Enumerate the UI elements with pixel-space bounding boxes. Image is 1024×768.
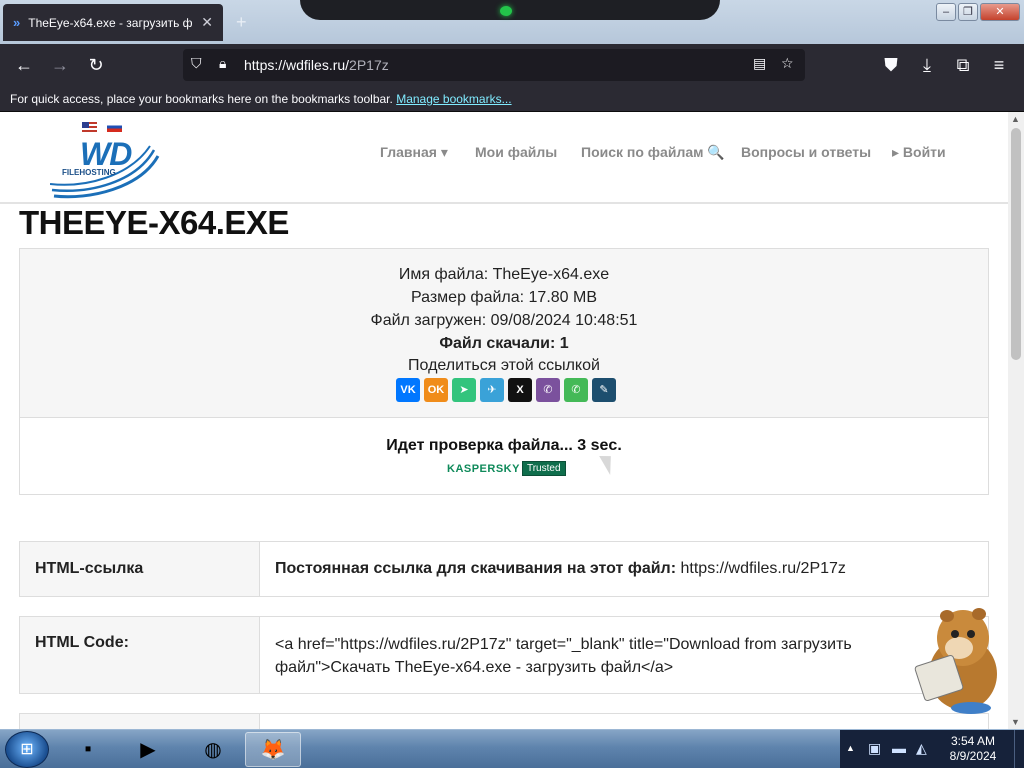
firefox-icon[interactable]: 🦊 <box>245 732 301 767</box>
bookmarks-toolbar: For quick access, place your bookmarks h… <box>0 86 1024 112</box>
site-logo[interactable]: WD FILEHOSTING <box>49 134 162 200</box>
file-check-status: Идет проверка файла... 3 sec. <box>386 437 622 454</box>
scroll-thumb[interactable] <box>1011 128 1021 360</box>
show-desktop-button[interactable] <box>1014 730 1024 768</box>
chevron-double-right-icon: » <box>13 15 21 30</box>
forward-icon[interactable]: → <box>48 53 72 77</box>
file-uploaded-line: Файл загружен: 09/08/2024 10:48:51 <box>370 312 638 329</box>
taskbar: ⊞ ▪ ▶ ◍ 🦊 ▲ ▣ ▬ ◭ 3:54 AM 8/9/2024 <box>0 729 1024 768</box>
english-flag-icon[interactable] <box>82 122 97 132</box>
viber-icon[interactable]: ✆ <box>536 378 560 402</box>
scroll-up-icon[interactable]: ▲ <box>1011 114 1020 124</box>
hamster-mascot-icon <box>914 608 997 714</box>
kaspersky-logo: KASPERSKY <box>447 462 520 475</box>
display-icon[interactable]: ▬ <box>892 740 906 756</box>
terminal-icon[interactable]: ▪ <box>60 732 116 767</box>
share-buttons: VK OK ➤ ✈ X ✆ ✆ ✎ <box>396 378 616 402</box>
shield-icon[interactable]: ⛉ <box>191 55 202 72</box>
html-code-row: HTML Code: <a href="https://wdfiles.ru/2… <box>19 616 989 694</box>
window-close-button[interactable]: ✕ <box>980 3 1020 21</box>
back-icon[interactable]: ← <box>12 53 36 77</box>
site-header: WD FILEHOSTING Главная ▾ Мои файлы Поиск… <box>0 112 1008 204</box>
browser-tab[interactable]: » TheEye-x64.exe - загрузить фай ✕ <box>3 4 223 41</box>
globe-icon[interactable]: ◍ <box>185 732 241 767</box>
html-link-value[interactable]: Постоянная ссылка для скачивания на этот… <box>260 542 988 596</box>
minimize-button[interactable]: – <box>936 3 956 21</box>
page-title: THEEYE-X64.EXE <box>19 204 289 241</box>
camera-notch <box>300 0 720 20</box>
livejournal-icon[interactable]: ✎ <box>592 378 616 402</box>
bookmark-star-icon[interactable]: ☆ <box>781 55 794 72</box>
close-tab-icon[interactable]: ✕ <box>201 14 213 31</box>
url-text[interactable]: https://wdfiles.ru/2P17z <box>244 57 389 73</box>
file-size-line: Размер файла: 17.80 MB <box>410 289 598 306</box>
html-link-label: HTML-ссылка <box>20 542 260 596</box>
odnoklassniki-icon[interactable]: OK <box>424 378 448 402</box>
kaspersky-badge: KASPERSKY Trusted <box>447 461 566 476</box>
navigation-toolbar: ← → ↻ ⛉ 🔒︎ https://wdfiles.ru/2P17z ▤ ☆ … <box>0 44 1024 86</box>
scroll-down-icon[interactable]: ▼ <box>1011 717 1020 727</box>
media-player-icon[interactable]: ▶ <box>120 732 176 767</box>
telegram-icon[interactable]: ✈ <box>480 378 504 402</box>
network-icon[interactable]: ▣ <box>868 740 881 757</box>
download-icon[interactable]: ⤓ <box>915 53 939 77</box>
next-row-label <box>20 714 260 729</box>
restore-button[interactable]: ❐ <box>958 3 978 21</box>
bookmarks-hint: For quick access, place your bookmarks h… <box>10 92 393 106</box>
html-link-prefix: Постоянная ссылка для скачивания на этот… <box>275 560 677 577</box>
menu-my-files[interactable]: Мои файлы <box>475 144 557 160</box>
html-link-url[interactable]: https://wdfiles.ru/2P17z <box>681 560 846 577</box>
start-button[interactable]: ⊞ <box>5 731 49 768</box>
reload-icon[interactable]: ↻ <box>84 53 108 77</box>
vk-icon[interactable]: VK <box>396 378 420 402</box>
file-check-panel: Идет проверка файла... 3 sec. KASPERSKY … <box>19 417 989 495</box>
clock-date: 8/9/2024 <box>949 749 997 763</box>
menu-faq[interactable]: Вопросы и ответы <box>741 144 871 160</box>
russian-flag-icon[interactable] <box>107 122 122 132</box>
extensions-icon[interactable]: ⧉ <box>951 53 975 77</box>
menu-login[interactable]: ▸ Войти <box>892 144 946 161</box>
clock-time: 3:54 AM <box>950 734 996 748</box>
html-code-value[interactable]: <a href="https://wdfiles.ru/2P17z" targe… <box>260 617 988 693</box>
menu-search-files[interactable]: Поиск по файлам 🔍 <box>581 144 725 161</box>
file-info-panel: Имя файла: TheEye-x64.exe Размер файла: … <box>19 248 989 418</box>
pocket-icon[interactable]: ⛊ <box>879 53 903 77</box>
x-icon[interactable]: X <box>508 378 532 402</box>
lock-icon[interactable]: 🔒︎ <box>219 55 226 72</box>
file-name-line: Имя файла: TheEye-x64.exe <box>398 266 610 283</box>
whatsapp-icon[interactable]: ✆ <box>564 378 588 402</box>
menu-icon[interactable]: ≡ <box>987 53 1011 77</box>
title-bar: » TheEye-x64.exe - загрузить фай ✕ + – ❐… <box>0 0 1024 44</box>
tab-title: TheEye-x64.exe - загрузить фай <box>28 15 194 30</box>
trusted-badge: Trusted <box>521 461 566 476</box>
new-tab-icon[interactable]: + <box>236 12 247 33</box>
file-downloads-line: Файл скачали: 1 <box>439 335 569 352</box>
web-page: WD FILEHOSTING Главная ▾ Мои файлы Поиск… <box>0 112 1008 729</box>
reader-view-icon[interactable]: ▤ <box>753 55 766 72</box>
system-tray: ▲ ▣ ▬ ◭ 3:54 AM 8/9/2024 <box>840 730 1024 768</box>
share-label: Поделиться этой ссылкой <box>408 357 600 374</box>
tray-expand-icon[interactable]: ▲ <box>846 743 855 753</box>
send-icon[interactable]: ➤ <box>452 378 476 402</box>
html-link-row: HTML-ссылка Постоянная ссылка для скачив… <box>19 541 989 597</box>
volume-icon[interactable]: ◭ <box>916 740 927 757</box>
menu-home[interactable]: Главная ▾ <box>380 144 448 161</box>
logo-subtext: FILEHOSTING <box>62 168 116 177</box>
url-bar[interactable]: ⛉ 🔒︎ https://wdfiles.ru/2P17z ▤ ☆ <box>183 49 805 81</box>
html-code-label: HTML Code: <box>20 617 260 693</box>
clock[interactable]: 3:54 AM 8/9/2024 <box>943 734 1003 764</box>
page-scrollbar[interactable]: ▲ ▼ <box>1008 112 1024 729</box>
next-row <box>19 713 989 729</box>
green-light-icon <box>500 6 512 16</box>
manage-bookmarks-link[interactable]: Manage bookmarks... <box>396 92 511 106</box>
